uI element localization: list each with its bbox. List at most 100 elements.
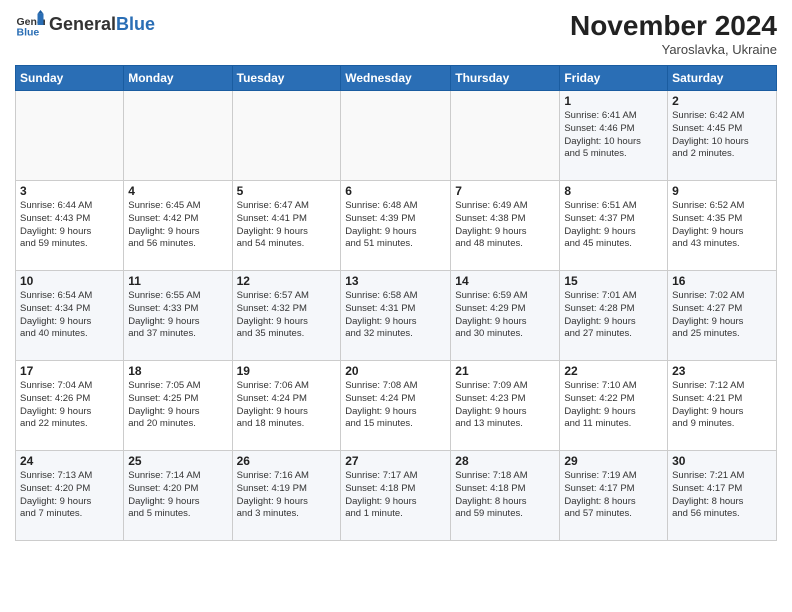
- calendar-cell: 5 Sunrise: 6:47 AM Sunset: 4:41 PM Daylig…: [232, 181, 341, 271]
- calendar-cell: 17 Sunrise: 7:04 AM Sunset: 4:26 PM Dayli…: [16, 361, 124, 451]
- logo: General Blue GeneralBlue: [15, 10, 155, 40]
- calendar-cell: 10 Sunrise: 6:54 AM Sunset: 4:34 PM Dayli…: [16, 271, 124, 361]
- calendar-cell: 28 Sunrise: 7:18 AM Sunset: 4:18 PM Dayli…: [451, 451, 560, 541]
- day-number: 26: [237, 454, 337, 468]
- day-info: Sunrise: 6:48 AM Sunset: 4:39 PM Dayligh…: [345, 200, 446, 251]
- calendar-cell: 24 Sunrise: 7:13 AM Sunset: 4:20 PM Dayli…: [16, 451, 124, 541]
- day-info: Sunrise: 7:01 AM Sunset: 4:28 PM Dayligh…: [564, 290, 663, 341]
- day-info: Sunrise: 7:17 AM Sunset: 4:18 PM Dayligh…: [345, 470, 446, 521]
- calendar-cell: 7 Sunrise: 6:49 AM Sunset: 4:38 PM Daylig…: [451, 181, 560, 271]
- day-number: 18: [128, 364, 227, 378]
- day-info: Sunrise: 6:54 AM Sunset: 4:34 PM Dayligh…: [20, 290, 119, 341]
- calendar-cell: 4 Sunrise: 6:45 AM Sunset: 4:42 PM Daylig…: [124, 181, 232, 271]
- day-info: Sunrise: 6:51 AM Sunset: 4:37 PM Dayligh…: [564, 200, 663, 251]
- day-info: Sunrise: 7:19 AM Sunset: 4:17 PM Dayligh…: [564, 470, 663, 521]
- calendar-cell: [341, 91, 451, 181]
- day-info: Sunrise: 7:12 AM Sunset: 4:21 PM Dayligh…: [672, 380, 772, 431]
- day-info: Sunrise: 6:49 AM Sunset: 4:38 PM Dayligh…: [455, 200, 555, 251]
- day-number: 17: [20, 364, 119, 378]
- day-info: Sunrise: 7:18 AM Sunset: 4:18 PM Dayligh…: [455, 470, 555, 521]
- weekday-header-thursday: Thursday: [451, 66, 560, 91]
- calendar-cell: 15 Sunrise: 7:01 AM Sunset: 4:28 PM Dayli…: [560, 271, 668, 361]
- day-number: 4: [128, 184, 227, 198]
- calendar-cell: 20Sunrise: 7:08 AM Sunset: 4:24 PM Dayli…: [341, 361, 451, 451]
- day-number: 16: [672, 274, 772, 288]
- month-title: November 2024: [570, 10, 777, 42]
- day-info: Sunrise: 7:09 AM Sunset: 4:23 PM Dayligh…: [455, 380, 555, 431]
- calendar-cell: [124, 91, 232, 181]
- calendar-cell: 25 Sunrise: 7:14 AM Sunset: 4:20 PM Dayli…: [124, 451, 232, 541]
- calendar-cell: 22 Sunrise: 7:10 AM Sunset: 4:22 PM Dayli…: [560, 361, 668, 451]
- day-number: 20: [345, 364, 446, 378]
- day-number: 22: [564, 364, 663, 378]
- weekday-header-wednesday: Wednesday: [341, 66, 451, 91]
- day-number: 23: [672, 364, 772, 378]
- calendar-cell: 30Sunrise: 7:21 AM Sunset: 4:17 PM Dayli…: [668, 451, 777, 541]
- calendar-cell: 23 Sunrise: 7:12 AM Sunset: 4:21 PM Dayli…: [668, 361, 777, 451]
- calendar-header: SundayMondayTuesdayWednesdayThursdayFrid…: [16, 66, 777, 91]
- calendar-cell: 29 Sunrise: 7:19 AM Sunset: 4:17 PM Dayli…: [560, 451, 668, 541]
- page-header: General Blue GeneralBlue November 2024 Y…: [15, 10, 777, 57]
- day-number: 15: [564, 274, 663, 288]
- day-number: 29: [564, 454, 663, 468]
- day-info: Sunrise: 7:05 AM Sunset: 4:25 PM Dayligh…: [128, 380, 227, 431]
- day-number: 12: [237, 274, 337, 288]
- day-info: Sunrise: 7:02 AM Sunset: 4:27 PM Dayligh…: [672, 290, 772, 341]
- day-info: Sunrise: 6:57 AM Sunset: 4:32 PM Dayligh…: [237, 290, 337, 341]
- calendar-week-row: 10 Sunrise: 6:54 AM Sunset: 4:34 PM Dayli…: [16, 271, 777, 361]
- weekday-header-saturday: Saturday: [668, 66, 777, 91]
- day-info: Sunrise: 7:13 AM Sunset: 4:20 PM Dayligh…: [20, 470, 119, 521]
- calendar-cell: [16, 91, 124, 181]
- calendar-cell: 1Sunrise: 6:41 AM Sunset: 4:46 PM Daylig…: [560, 91, 668, 181]
- day-info: Sunrise: 7:14 AM Sunset: 4:20 PM Dayligh…: [128, 470, 227, 521]
- day-number: 5: [237, 184, 337, 198]
- calendar-cell: 26 Sunrise: 7:16 AM Sunset: 4:19 PM Dayli…: [232, 451, 341, 541]
- calendar-cell: 11Sunrise: 6:55 AM Sunset: 4:33 PM Dayli…: [124, 271, 232, 361]
- day-number: 10: [20, 274, 119, 288]
- day-info: Sunrise: 7:10 AM Sunset: 4:22 PM Dayligh…: [564, 380, 663, 431]
- calendar-cell: [232, 91, 341, 181]
- day-info: Sunrise: 7:21 AM Sunset: 4:17 PM Dayligh…: [672, 470, 772, 521]
- day-number: 19: [237, 364, 337, 378]
- calendar-cell: 21 Sunrise: 7:09 AM Sunset: 4:23 PM Dayli…: [451, 361, 560, 451]
- calendar-week-row: 3 Sunrise: 6:44 AM Sunset: 4:43 PM Daylig…: [16, 181, 777, 271]
- day-number: 21: [455, 364, 555, 378]
- calendar-cell: 16 Sunrise: 7:02 AM Sunset: 4:27 PM Dayli…: [668, 271, 777, 361]
- day-number: 3: [20, 184, 119, 198]
- day-number: 11: [128, 274, 227, 288]
- day-info: Sunrise: 6:59 AM Sunset: 4:29 PM Dayligh…: [455, 290, 555, 341]
- day-number: 28: [455, 454, 555, 468]
- day-number: 6: [345, 184, 446, 198]
- logo-general-text: General: [49, 14, 116, 34]
- location-subtitle: Yaroslavka, Ukraine: [570, 42, 777, 57]
- day-number: 13: [345, 274, 446, 288]
- day-number: 25: [128, 454, 227, 468]
- day-number: 24: [20, 454, 119, 468]
- calendar-cell: 19Sunrise: 7:06 AM Sunset: 4:24 PM Dayli…: [232, 361, 341, 451]
- day-info: Sunrise: 6:44 AM Sunset: 4:43 PM Dayligh…: [20, 200, 119, 251]
- day-info: Sunrise: 6:42 AM Sunset: 4:45 PM Dayligh…: [672, 110, 772, 161]
- day-info: Sunrise: 7:04 AM Sunset: 4:26 PM Dayligh…: [20, 380, 119, 431]
- calendar-table: SundayMondayTuesdayWednesdayThursdayFrid…: [15, 65, 777, 541]
- calendar-cell: 3 Sunrise: 6:44 AM Sunset: 4:43 PM Daylig…: [16, 181, 124, 271]
- day-info: Sunrise: 6:41 AM Sunset: 4:46 PM Dayligh…: [564, 110, 663, 161]
- calendar-cell: 2Sunrise: 6:42 AM Sunset: 4:45 PM Daylig…: [668, 91, 777, 181]
- calendar-cell: 13 Sunrise: 6:58 AM Sunset: 4:31 PM Dayli…: [341, 271, 451, 361]
- weekday-header-friday: Friday: [560, 66, 668, 91]
- calendar-week-row: 1Sunrise: 6:41 AM Sunset: 4:46 PM Daylig…: [16, 91, 777, 181]
- day-info: Sunrise: 6:45 AM Sunset: 4:42 PM Dayligh…: [128, 200, 227, 251]
- calendar-cell: 8Sunrise: 6:51 AM Sunset: 4:37 PM Daylig…: [560, 181, 668, 271]
- day-info: Sunrise: 7:16 AM Sunset: 4:19 PM Dayligh…: [237, 470, 337, 521]
- calendar-cell: 6 Sunrise: 6:48 AM Sunset: 4:39 PM Daylig…: [341, 181, 451, 271]
- calendar-week-row: 17 Sunrise: 7:04 AM Sunset: 4:26 PM Dayli…: [16, 361, 777, 451]
- day-info: Sunrise: 6:52 AM Sunset: 4:35 PM Dayligh…: [672, 200, 772, 251]
- weekday-header-row: SundayMondayTuesdayWednesdayThursdayFrid…: [16, 66, 777, 91]
- calendar-cell: 27 Sunrise: 7:17 AM Sunset: 4:18 PM Dayli…: [341, 451, 451, 541]
- day-number: 27: [345, 454, 446, 468]
- day-info: Sunrise: 6:58 AM Sunset: 4:31 PM Dayligh…: [345, 290, 446, 341]
- calendar-cell: 12 Sunrise: 6:57 AM Sunset: 4:32 PM Dayli…: [232, 271, 341, 361]
- day-info: Sunrise: 6:47 AM Sunset: 4:41 PM Dayligh…: [237, 200, 337, 251]
- day-number: 7: [455, 184, 555, 198]
- calendar-cell: 9Sunrise: 6:52 AM Sunset: 4:35 PM Daylig…: [668, 181, 777, 271]
- day-number: 14: [455, 274, 555, 288]
